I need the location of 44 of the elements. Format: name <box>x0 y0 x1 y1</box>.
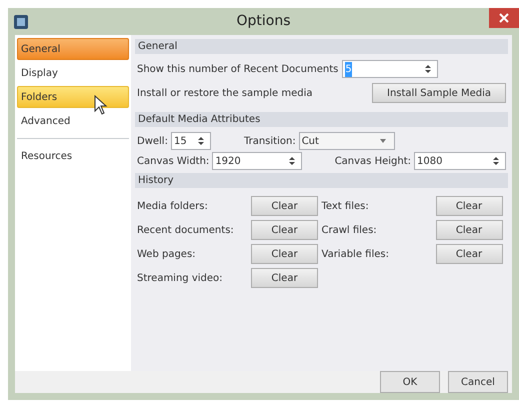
button[interactable]: Clear <box>251 220 318 240</box>
sidebar-item[interactable]: Advanced <box>17 110 129 132</box>
section-header: General <box>135 39 508 54</box>
button[interactable]: Clear <box>436 196 502 216</box>
spinner-arrows-icon[interactable] <box>425 64 432 74</box>
number-field[interactable]: 15 <box>170 132 211 150</box>
app-icon <box>14 14 28 28</box>
dropdown[interactable]: Cut <box>298 132 395 150</box>
caret-icon <box>380 139 386 143</box>
button[interactable]: Cancel <box>448 371 508 393</box>
field-label: Recent documents: <box>137 224 235 238</box>
close-button[interactable] <box>489 8 519 28</box>
button[interactable]: Clear <box>436 244 502 264</box>
sidebar-item[interactable]: Resources <box>17 145 129 167</box>
field-label: Canvas Width: <box>137 154 210 168</box>
field-label: Install or restore the sample media <box>137 86 312 100</box>
field-label: Dwell: <box>137 134 168 148</box>
spinner-arrows-icon[interactable] <box>493 156 499 166</box>
field-label: Variable files: <box>322 248 390 262</box>
section-header: History <box>135 173 508 188</box>
window-title: Options <box>236 12 291 31</box>
button[interactable]: Install Sample Media <box>372 83 506 103</box>
mouse-cursor-icon <box>94 95 108 115</box>
button[interactable]: Clear <box>251 268 318 288</box>
spinner-arrows-icon[interactable] <box>289 156 296 166</box>
button[interactable]: Clear <box>436 220 502 240</box>
sidebar-item[interactable]: Display <box>17 62 129 84</box>
number-field[interactable]: 1080 <box>414 152 506 170</box>
field-label: Transition: <box>244 134 296 148</box>
button[interactable]: Clear <box>251 196 318 216</box>
spinner-arrows-icon[interactable] <box>198 136 204 146</box>
sidebar-item[interactable]: General <box>17 38 129 60</box>
field-label: Text files: <box>322 200 370 214</box>
section-header: Default Media Attributes <box>135 112 508 127</box>
number-field[interactable]: 1920 <box>212 152 302 170</box>
button[interactable]: Clear <box>251 244 318 264</box>
field-label: Canvas Height: <box>334 154 411 168</box>
field-label: Show this number of Recent Documents <box>137 62 338 76</box>
field-label: Web pages: <box>137 248 197 262</box>
close-icon <box>499 13 509 23</box>
field-label: Streaming video: <box>137 272 224 286</box>
button[interactable]: OK <box>380 371 440 393</box>
field-label: Media folders: <box>137 200 209 214</box>
field-label: Crawl files: <box>322 224 378 238</box>
